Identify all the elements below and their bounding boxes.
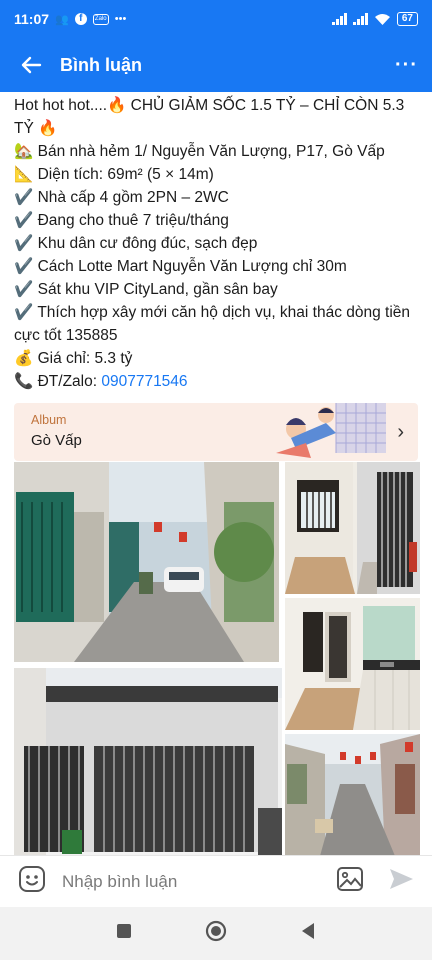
chevron-right-icon: › xyxy=(397,421,404,443)
comment-input-bar: Nhập bình luận xyxy=(0,855,432,907)
post-line: ✔️ Cách Lotte Mart Nguyễn Văn Lượng chỉ … xyxy=(14,258,347,275)
recents-icon xyxy=(117,924,132,938)
album-card[interactable]: Album Gò Vấp › xyxy=(14,403,418,461)
photo-alley[interactable] xyxy=(14,462,279,662)
image-button[interactable] xyxy=(336,866,364,897)
notification-icons: 👥 f Zalo ••• xyxy=(55,13,126,26)
photo-room[interactable] xyxy=(285,462,420,594)
wifi-icon xyxy=(374,13,390,25)
facebook-icon: f xyxy=(74,13,87,25)
photo-room-image xyxy=(285,462,420,594)
photo-street[interactable] xyxy=(285,734,420,855)
post-contact: 📞 ĐT/Zalo: 0907771546 xyxy=(14,370,418,393)
album-illustration xyxy=(276,403,386,458)
photo-alley-image xyxy=(14,462,279,662)
comment-input[interactable]: Nhập bình luận xyxy=(62,872,336,892)
post-line: ✔️ Khu dân cư đông đúc, sạch đẹp xyxy=(14,235,258,252)
post-text: Hot hot hot....🔥 CHỦ GIẢM SỐC 1.5 TỶ – C… xyxy=(14,94,418,393)
system-nav-bar xyxy=(0,907,432,960)
people-icon: 👥 xyxy=(55,13,69,26)
phone-link[interactable]: 0907771546 xyxy=(101,373,187,390)
contact-label: 📞 ĐT/Zalo: xyxy=(14,373,102,390)
image-icon xyxy=(337,867,363,891)
photo-kitchen[interactable] xyxy=(285,598,420,730)
photo-street-image xyxy=(285,734,420,855)
post-content: Hot hot hot....🔥 CHỦ GIẢM SỐC 1.5 TỶ – C… xyxy=(0,92,432,855)
send-button[interactable] xyxy=(388,867,414,896)
back-button[interactable] xyxy=(14,48,48,82)
back-icon xyxy=(301,923,314,939)
signal-icon-2 xyxy=(352,13,368,25)
more-icon: ··· xyxy=(395,53,418,76)
back-arrow-icon xyxy=(21,56,42,74)
signal-icon-1 xyxy=(331,13,347,25)
system-back-button[interactable] xyxy=(300,922,316,945)
emoji-button[interactable] xyxy=(18,865,46,898)
post-line: Hot hot hot....🔥 CHỦ GIẢM SỐC 1.5 TỶ – C… xyxy=(14,97,405,137)
post-line: ✔️ Thích hợp xây mới căn hộ dịch vụ, kha… xyxy=(14,304,411,344)
more-button[interactable]: ··· xyxy=(395,54,418,77)
more-notifications-icon: ••• xyxy=(114,13,127,25)
home-button[interactable] xyxy=(205,920,227,947)
photo-house-front[interactable] xyxy=(14,668,282,855)
app-bar: Bình luận ··· xyxy=(0,38,432,92)
post-line: 📐 Diện tích: 69m² (5 × 14m) xyxy=(14,166,214,183)
status-bar: 11:07 👥 f Zalo ••• 67 xyxy=(0,0,432,38)
post-line: ✔️ Đang cho thuê 7 triệu/tháng xyxy=(14,212,229,229)
post-line: ✔️ Nhà cấp 4 gồm 2PN – 2WC xyxy=(14,189,229,206)
home-icon xyxy=(205,920,227,942)
status-time: 11:07 xyxy=(14,11,50,27)
send-icon xyxy=(390,869,413,889)
recents-button[interactable] xyxy=(116,923,132,944)
photo-kitchen-image xyxy=(285,598,420,730)
photo-house-front-image xyxy=(14,668,282,855)
post-line: ✔️ Sát khu VIP CityLand, gần sân bay xyxy=(14,281,278,298)
post-line: 💰 Giá chỉ: 5.3 tỷ xyxy=(14,350,133,367)
emoji-icon xyxy=(19,866,45,892)
battery-icon: 67 xyxy=(396,12,418,26)
page-title: Bình luận xyxy=(60,54,142,75)
photo-grid xyxy=(14,462,420,855)
zalo-icon: Zalo xyxy=(92,13,109,25)
post-line: 🏡 Bán nhà hẻm 1/ Nguyễn Văn Lượng, P17, … xyxy=(14,143,385,160)
